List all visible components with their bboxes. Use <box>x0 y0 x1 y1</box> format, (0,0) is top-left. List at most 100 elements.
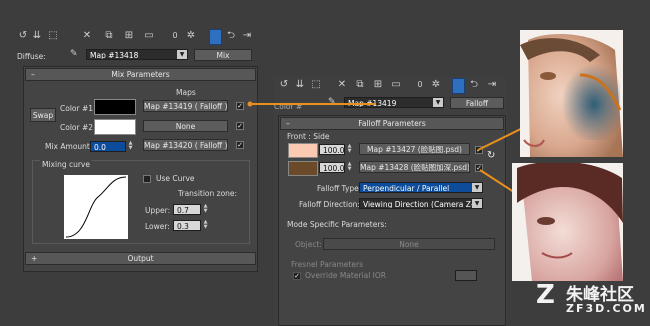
face-texture-preview-1 <box>520 30 623 157</box>
maps-heading: Maps <box>176 88 196 97</box>
output-label: Output <box>127 254 154 263</box>
color2-label: Color #2 <box>60 123 94 132</box>
lower-input[interactable]: 0.3 <box>173 220 201 231</box>
assign-material-icon[interactable]: ⬚ <box>310 79 322 91</box>
watermark: Z 朱峰社区 ZF3D.COM <box>536 276 648 322</box>
collapse-icon: – <box>286 119 290 128</box>
color1-swatch[interactable] <box>94 99 136 115</box>
mix-parameters-rollout-header[interactable]: – Mix Parameters <box>25 68 256 81</box>
mix-map-button[interactable]: Map #13420 ( Falloff ) <box>143 139 228 151</box>
front-amount-input[interactable]: 100.0 <box>319 144 345 155</box>
material-id-icon[interactable]: 0 <box>414 79 426 91</box>
chevron-down-icon[interactable]: ▼ <box>433 98 443 107</box>
assign-material-icon[interactable]: ⬚ <box>47 30 59 42</box>
front-side-label: Front : Side <box>287 132 330 141</box>
falloff-direction-dropdown[interactable]: Viewing Direction (Camera Z-Axis) ▼ <box>359 198 483 209</box>
copy-material-icon[interactable]: ⧉ <box>103 30 115 42</box>
rollout-title: Mix Parameters <box>111 70 170 79</box>
falloff-parameters-rollout-header[interactable]: – Falloff Parameters <box>280 117 504 130</box>
watermark-logo-icon: Z <box>536 280 555 310</box>
map-name-field[interactable]: Map #13418 ▼ <box>86 49 188 60</box>
output-rollout-header[interactable]: + Output <box>25 252 256 265</box>
lower-label: Lower: <box>145 222 170 231</box>
pick-material-icon[interactable]: ↺ <box>17 30 29 42</box>
falloff-type-dropdown[interactable]: Perpendicular / Parallel ▼ <box>359 182 483 193</box>
eyedropper-icon[interactable]: ✎ <box>70 49 78 59</box>
put-to-library-icon[interactable]: ▭ <box>390 79 402 91</box>
show-map-icon[interactable]: ✲ <box>430 79 442 91</box>
go-to-parent-icon[interactable]: ⮌ <box>225 30 237 42</box>
use-curve-checkbox[interactable] <box>143 175 151 183</box>
falloff-direction-value: Viewing Direction (Camera Z-Axis) <box>363 200 483 209</box>
swap-colors-icon[interactable]: ↻ <box>487 150 495 161</box>
mode-specific-label: Mode Specific Parameters: <box>287 220 387 229</box>
color2-map-button[interactable]: None <box>143 120 228 132</box>
make-unique-icon[interactable]: ⊞ <box>372 79 384 91</box>
ior-input[interactable] <box>455 270 477 281</box>
map-name-text: Map #13418 <box>90 51 139 60</box>
chevron-down-icon[interactable]: ▼ <box>177 50 187 59</box>
mix-map-checkbox[interactable]: ✓ <box>236 141 244 149</box>
use-curve-label: Use Curve <box>156 174 195 183</box>
upper-spinner[interactable]: ▲ ▼ <box>203 204 208 214</box>
face-texture-1-svg <box>520 34 623 157</box>
show-map-active-button[interactable] <box>209 29 222 45</box>
side-color-swatch[interactable] <box>288 161 318 176</box>
falloff-direction-label: Falloff Direction: <box>299 200 360 209</box>
copy-material-icon[interactable]: ⧉ <box>354 79 366 91</box>
front-map-checkbox[interactable]: ✓ <box>475 146 483 154</box>
make-unique-icon[interactable]: ⊞ <box>123 30 135 42</box>
mix-amount-label: Mix Amount: <box>45 142 93 151</box>
mix-toolbar: ↺ ⇊ ⬚ ✕ ⧉ ⊞ ▭ 0 ✲ ⮌ ⇥ <box>17 29 267 45</box>
map-name-text: Map #13419 <box>348 99 397 108</box>
show-map-icon[interactable]: ✲ <box>185 30 197 42</box>
front-map-button[interactable]: Map #13427 (脸贴图.psd) <box>359 143 470 155</box>
side-map-button[interactable]: Map #13428 (脸贴图加深.psd) <box>359 161 470 173</box>
map-name-field[interactable]: Map #13419 ▼ <box>344 97 444 108</box>
rollout-title: Falloff Parameters <box>358 119 426 128</box>
map-type-button[interactable]: Mix <box>194 49 252 61</box>
override-ior-label: Override Material IOR <box>305 271 387 280</box>
chevron-down-icon[interactable]: ▼ <box>472 199 482 208</box>
put-to-scene-icon[interactable]: ⇊ <box>31 30 43 42</box>
eyedropper-icon[interactable]: ✎ <box>328 97 336 107</box>
put-to-library-icon[interactable]: ▭ <box>143 30 155 42</box>
expand-icon: + <box>31 254 38 263</box>
override-ior-checkbox[interactable]: ✓ <box>293 272 301 280</box>
color2-swatch[interactable] <box>94 119 136 135</box>
collapse-icon: – <box>31 70 35 79</box>
color1-map-checkbox[interactable]: ✓ <box>236 102 244 110</box>
swap-button[interactable]: Swap <box>30 108 56 122</box>
side-map-checkbox[interactable]: ✓ <box>475 164 483 172</box>
face-texture-preview-2 <box>512 163 623 281</box>
front-amount-spinner[interactable]: ▲ ▼ <box>347 144 352 154</box>
face-texture-2-svg <box>517 163 623 281</box>
falloff-type-label: Falloff Type: <box>317 184 362 193</box>
pick-material-icon[interactable]: ↺ <box>278 79 290 91</box>
material-id-icon[interactable]: 0 <box>169 30 181 42</box>
side-amount-spinner[interactable]: ▲ ▼ <box>347 162 352 172</box>
mix-amount-spinner[interactable]: ▲ ▼ <box>128 141 133 151</box>
reset-icon[interactable]: ✕ <box>336 79 348 91</box>
mixing-curve-graph <box>64 175 128 239</box>
go-to-parent-icon[interactable]: ⮌ <box>468 79 480 91</box>
map-type-button[interactable]: Falloff <box>450 97 504 109</box>
put-to-scene-icon[interactable]: ⇊ <box>294 79 306 91</box>
falloff-toolbar: ↺ ⇊ ⬚ ✕ ⧉ ⊞ ▭ 0 ✲ ⮌ ⇥ <box>274 77 507 94</box>
chevron-down-icon[interactable]: ▼ <box>472 183 482 192</box>
color2-map-checkbox[interactable]: ✓ <box>236 122 244 130</box>
upper-input[interactable]: 0.7 <box>173 204 201 215</box>
go-forward-icon[interactable]: ⇥ <box>241 30 253 42</box>
side-amount-input[interactable]: 100.0 <box>319 162 345 173</box>
go-forward-icon[interactable]: ⇥ <box>486 79 498 91</box>
falloff-rollout-panel: – Falloff Parameters Front : Side 100.0 … <box>278 115 506 326</box>
show-map-active-button[interactable] <box>452 78 465 94</box>
object-picker-button[interactable]: None <box>323 238 495 250</box>
reset-icon[interactable]: ✕ <box>81 30 93 42</box>
lower-spinner[interactable]: ▲ ▼ <box>203 220 208 230</box>
front-color-swatch[interactable] <box>288 143 318 158</box>
falloff-window: ↺ ⇊ ⬚ ✕ ⧉ ⊞ ▭ 0 ✲ ⮌ ⇥ Color # ✎ Map #134… <box>274 77 507 326</box>
color1-map-button[interactable]: Map #13419 ( Falloff ) <box>143 100 228 112</box>
color-label-partial: Color # <box>274 102 303 111</box>
mix-amount-input[interactable]: 0.0 <box>90 141 126 152</box>
